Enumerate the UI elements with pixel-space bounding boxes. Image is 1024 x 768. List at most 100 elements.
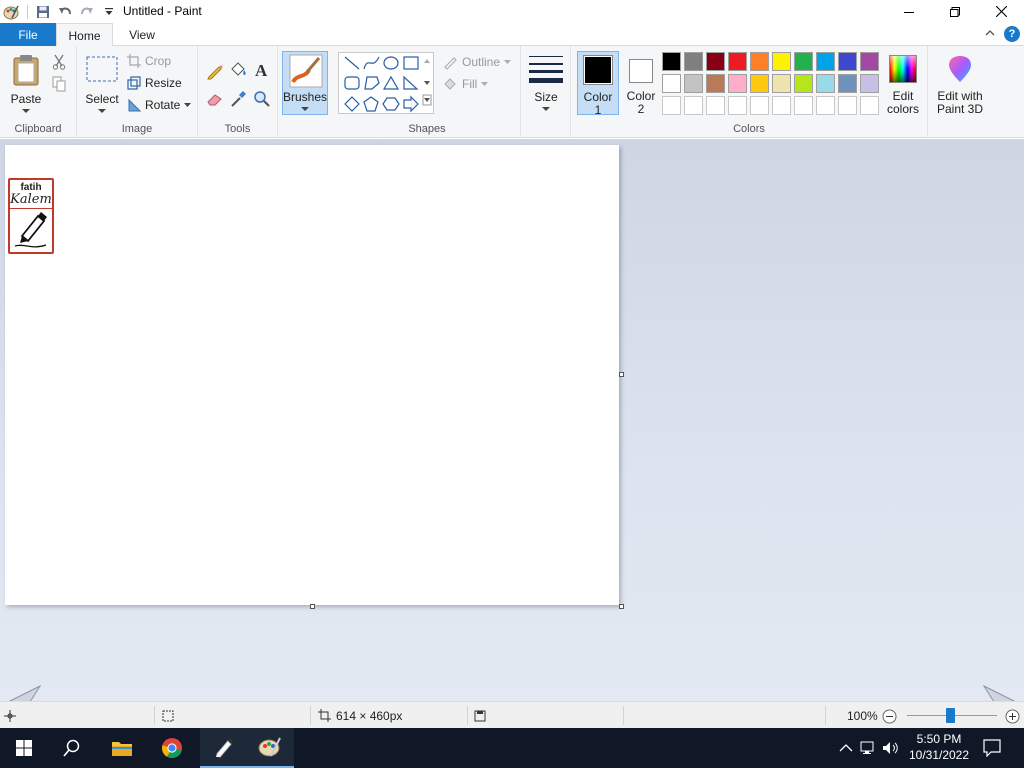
palette-swatch[interactable] bbox=[794, 74, 813, 93]
hexagon-shape-icon[interactable] bbox=[382, 97, 400, 111]
diamond-shape-icon[interactable] bbox=[344, 96, 360, 112]
redo-icon[interactable] bbox=[76, 1, 98, 23]
palette-swatch[interactable] bbox=[816, 96, 835, 115]
tab-file[interactable]: File bbox=[0, 23, 56, 46]
tab-home[interactable]: Home bbox=[56, 23, 113, 47]
collapse-ribbon-icon[interactable] bbox=[984, 27, 996, 42]
cut-icon[interactable] bbox=[52, 54, 66, 70]
palette-swatch[interactable] bbox=[728, 96, 747, 115]
palette-swatch[interactable] bbox=[750, 52, 769, 71]
palette-swatch[interactable] bbox=[838, 96, 857, 115]
drawing-canvas[interactable] bbox=[5, 145, 619, 605]
folder-icon bbox=[112, 742, 132, 756]
zoom-slider-thumb[interactable] bbox=[946, 708, 955, 723]
size-button[interactable]: Size bbox=[525, 52, 567, 116]
customize-qat-icon[interactable] bbox=[98, 1, 120, 23]
palette-swatch[interactable] bbox=[728, 74, 747, 93]
action-center-button[interactable] bbox=[974, 728, 1010, 768]
palette-swatch[interactable] bbox=[772, 96, 791, 115]
undo-icon[interactable] bbox=[54, 1, 76, 23]
pencil-icon[interactable] bbox=[206, 62, 224, 80]
paint3d-line2: Paint 3D bbox=[936, 102, 984, 116]
network-icon[interactable] bbox=[860, 741, 878, 755]
color1-button[interactable]: Color 1 bbox=[577, 51, 619, 117]
pentagon-shape-icon[interactable] bbox=[363, 96, 379, 112]
palette-swatch[interactable] bbox=[816, 74, 835, 93]
resize-handle-right[interactable] bbox=[619, 372, 624, 377]
brushes-button[interactable]: Brushes bbox=[282, 51, 328, 115]
palette-swatch[interactable] bbox=[684, 52, 703, 71]
palette-swatch[interactable] bbox=[706, 74, 725, 93]
palette-swatch[interactable] bbox=[860, 96, 879, 115]
palette-swatch[interactable] bbox=[662, 52, 681, 71]
save-icon[interactable] bbox=[32, 1, 54, 23]
color-picker-icon[interactable] bbox=[229, 90, 247, 108]
select-button[interactable]: Select bbox=[81, 50, 123, 118]
search-button[interactable] bbox=[48, 728, 96, 768]
maximize-button[interactable] bbox=[932, 0, 978, 23]
fatih-kalem-app-icon[interactable]: fatih Kalem bbox=[8, 178, 54, 254]
color-spectrum-icon bbox=[889, 55, 917, 83]
right-arrow-shape-icon[interactable] bbox=[403, 95, 419, 113]
line-shape-icon[interactable] bbox=[344, 56, 360, 70]
palette-swatch[interactable] bbox=[772, 52, 791, 71]
palette-swatch[interactable] bbox=[684, 96, 703, 115]
taskbar-chrome[interactable] bbox=[148, 728, 196, 768]
help-icon[interactable]: ? bbox=[1004, 26, 1020, 42]
paint-app-icon[interactable] bbox=[0, 1, 22, 23]
tab-view[interactable]: View bbox=[114, 23, 170, 46]
selection-size bbox=[162, 702, 174, 729]
edit-with-paint3d-button[interactable]: Edit with Paint 3D bbox=[932, 51, 988, 117]
palette-swatch[interactable] bbox=[816, 52, 835, 71]
resize-handle-corner[interactable] bbox=[619, 604, 624, 609]
eraser-icon[interactable] bbox=[206, 90, 224, 108]
resize-button[interactable]: Resize bbox=[127, 76, 182, 90]
palette-swatch[interactable] bbox=[838, 74, 857, 93]
palette-swatch[interactable] bbox=[662, 96, 681, 115]
rotate-button[interactable]: Rotate bbox=[127, 98, 192, 112]
polygon-shape-icon[interactable] bbox=[364, 76, 380, 90]
text-icon[interactable]: A bbox=[253, 61, 271, 79]
zoom-out-icon[interactable] bbox=[882, 709, 897, 724]
palette-swatch[interactable] bbox=[728, 52, 747, 71]
palette-swatch[interactable] bbox=[706, 52, 725, 71]
palette-swatch[interactable] bbox=[750, 96, 769, 115]
palette-swatch[interactable] bbox=[860, 74, 879, 93]
curve-shape-icon[interactable] bbox=[363, 56, 380, 70]
palette-swatch[interactable] bbox=[794, 52, 813, 71]
taskbar-clock[interactable]: 5:50 PM 10/31/2022 bbox=[904, 731, 974, 763]
palette-swatch[interactable] bbox=[772, 74, 791, 93]
zoom-in-icon[interactable] bbox=[1005, 709, 1020, 724]
show-hidden-icons-icon[interactable] bbox=[836, 741, 856, 755]
palette-swatch[interactable] bbox=[860, 52, 879, 71]
minimize-button[interactable] bbox=[886, 0, 932, 23]
fill-button[interactable]: Fill bbox=[442, 76, 489, 92]
palette-swatch[interactable] bbox=[662, 74, 681, 93]
palette-swatch[interactable] bbox=[750, 74, 769, 93]
outline-button[interactable]: Outline bbox=[442, 54, 512, 70]
palette-swatch[interactable] bbox=[794, 96, 813, 115]
resize-handle-bottom[interactable] bbox=[310, 604, 315, 609]
edit-colors-button[interactable]: Edit colors bbox=[883, 51, 923, 117]
color2-button[interactable]: Color 2 bbox=[621, 51, 663, 116]
taskbar-pen-app[interactable] bbox=[200, 728, 248, 768]
fill-bucket-icon[interactable] bbox=[229, 61, 247, 79]
right-triangle-shape-icon[interactable] bbox=[403, 75, 419, 90]
taskbar-paint[interactable] bbox=[246, 728, 294, 768]
paste-button[interactable]: Paste bbox=[6, 50, 46, 118]
close-button[interactable] bbox=[978, 0, 1024, 23]
magnifier-icon[interactable] bbox=[253, 90, 271, 108]
volume-icon[interactable] bbox=[882, 741, 900, 755]
canvas-workspace[interactable] bbox=[0, 139, 1024, 701]
taskbar-file-explorer[interactable] bbox=[98, 728, 146, 768]
rounded-rectangle-shape-icon[interactable] bbox=[344, 76, 360, 90]
crop-button[interactable]: Crop bbox=[127, 54, 171, 68]
oval-shape-icon[interactable] bbox=[383, 56, 399, 70]
start-button[interactable] bbox=[0, 728, 48, 768]
triangle-shape-icon[interactable] bbox=[382, 75, 400, 90]
copy-icon[interactable] bbox=[52, 76, 66, 92]
palette-swatch[interactable] bbox=[706, 96, 725, 115]
palette-swatch[interactable] bbox=[838, 52, 857, 71]
rectangle-shape-icon[interactable] bbox=[403, 56, 419, 70]
palette-swatch[interactable] bbox=[684, 74, 703, 93]
